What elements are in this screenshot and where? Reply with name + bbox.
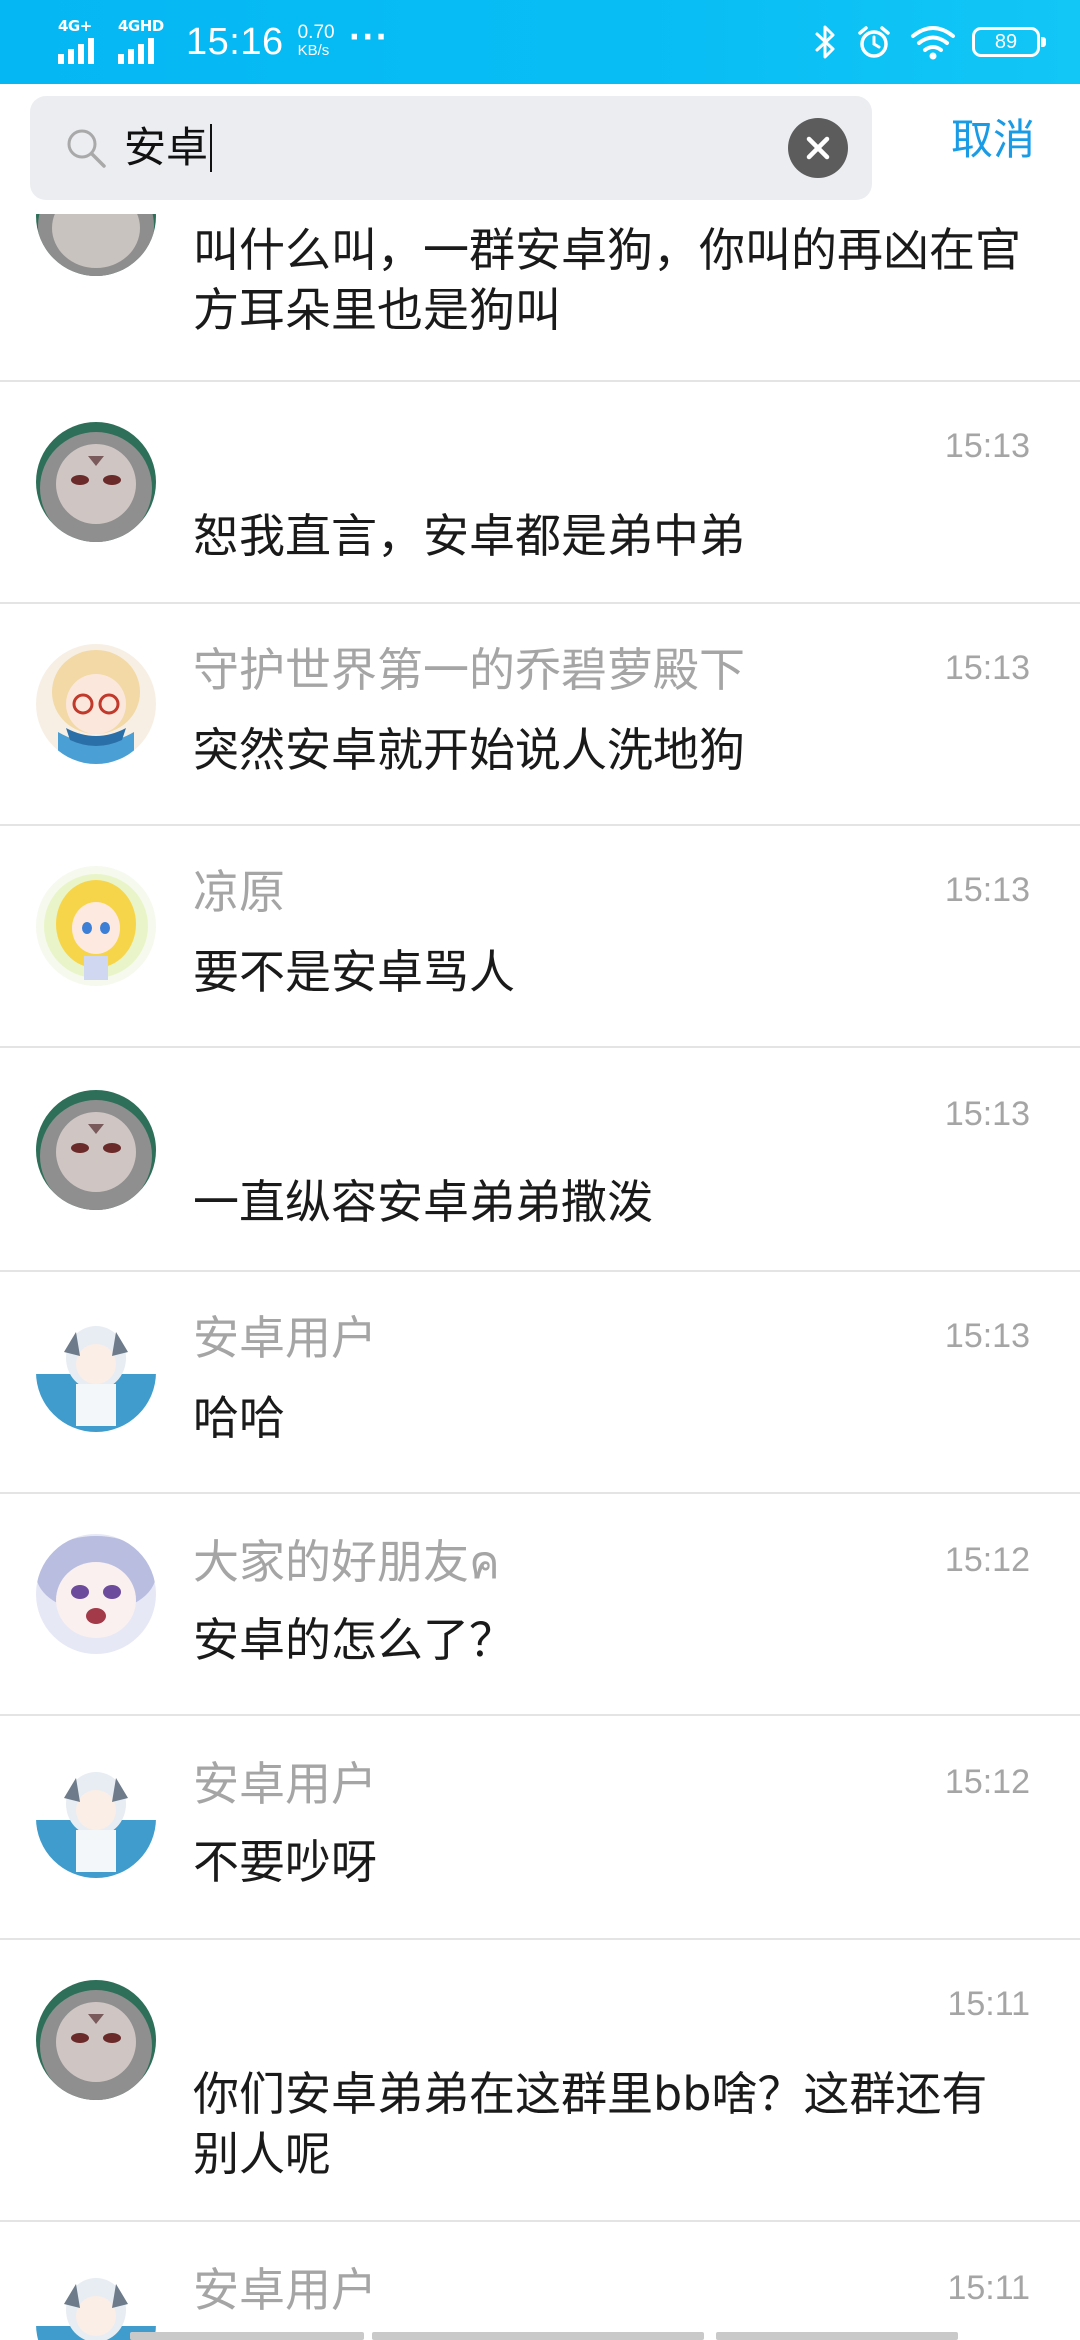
avatar[interactable] [36, 1090, 156, 1210]
cellular-signal-2: 4GHD [118, 18, 168, 66]
gray-cat-avatar-image [36, 1980, 156, 2100]
white-hair-girl-avatar-image [36, 2264, 156, 2340]
network-speed: 0.70 KB/s [297, 22, 335, 60]
gray-cat-avatar-image [36, 422, 156, 542]
more-notifications-icon: ··· [348, 19, 389, 55]
sender-name: 凉原 [193, 865, 285, 919]
signal-bars-icon [118, 38, 154, 64]
message-text: 一直纵容安卓弟弟撒泼 [193, 1175, 653, 1229]
result-item[interactable]: 安卓用户 15:13 哈哈 [0, 1272, 1080, 1494]
message-time: 15:12 [944, 1763, 1030, 1801]
result-item[interactable]: 15:11 你们安卓弟弟在这群里bb啥？这群还有别人呢 [0, 1940, 1080, 2222]
status-bar-left: 4G+ 4GHD 15:16 0.70 KB/s ··· [58, 14, 389, 70]
network-type-label: 4GHD [118, 17, 164, 35]
avatar[interactable] [36, 866, 156, 986]
sender-name: 安卓用户 [193, 2263, 377, 2317]
bottom-tab-indicator [0, 2332, 1080, 2340]
message-text: 突然安卓就开始说人洗地狗 [193, 723, 745, 777]
sender-name: 守护世界第一的乔碧萝殿下 [193, 643, 745, 697]
indicator-segment [372, 2332, 704, 2340]
cancel-button[interactable]: 取消 [951, 112, 1035, 168]
avatar[interactable] [36, 1758, 156, 1878]
result-item[interactable]: 15:13 恕我直言，安卓都是弟中弟 [0, 382, 1080, 604]
status-bar: 4G+ 4GHD 15:16 0.70 KB/s ··· 89 [0, 0, 1080, 84]
message-time: 15:12 [944, 1541, 1030, 1579]
message-text: 哈哈 [193, 1391, 285, 1445]
message-text: 不要吵呀 [193, 1835, 377, 1889]
white-hair-girl-avatar-image [36, 1758, 156, 1878]
message-time: 15:13 [944, 871, 1030, 909]
network-type-label: 4G+ [58, 17, 92, 35]
text-cursor [210, 123, 213, 172]
clock: 15:16 [186, 20, 284, 63]
result-item[interactable]: 凉原 15:13 要不是安卓骂人 [0, 826, 1080, 1048]
message-time: 15:11 [947, 1985, 1030, 2023]
message-time: 15:13 [944, 1317, 1030, 1355]
result-item[interactable]: 15:13 一直纵容安卓弟弟撒泼 [0, 1048, 1080, 1272]
bluetooth-icon [815, 25, 835, 59]
message-text: 叫什么叫，一群安卓狗，你叫的再凶在官方耳朵里也是狗叫 [193, 223, 1021, 337]
message-time: 15:13 [944, 649, 1030, 687]
search-input[interactable]: 安卓 [30, 96, 872, 200]
clear-search-button[interactable] [788, 118, 848, 178]
avatar[interactable] [36, 422, 156, 542]
sender-name: 大家的好朋友ค [193, 1535, 500, 1589]
search-results-list[interactable]: 叫什么叫，一群安卓狗，你叫的再凶在官方耳朵里也是狗叫 15:13 恕我直言，安卓… [0, 0, 1080, 2340]
message-text: 要不是安卓骂人 [193, 945, 515, 999]
signal-bars-icon [58, 38, 94, 64]
message-text: 恕我直言，安卓都是弟中弟 [193, 509, 745, 563]
result-item[interactable]: 大家的好朋友ค 15:12 安卓的怎么了？ [0, 1494, 1080, 1716]
wifi-icon [911, 26, 955, 60]
search-query[interactable]: 安卓 [124, 120, 213, 176]
avatar[interactable] [36, 1980, 156, 2100]
sender-name: 安卓用户 [193, 1757, 377, 1811]
indicator-segment [716, 2332, 958, 2340]
blonde-chibi-girl-avatar-image [36, 866, 156, 986]
close-icon [806, 136, 830, 160]
result-item[interactable]: 守护世界第一的乔碧萝殿下 15:13 突然安卓就开始说人洗地狗 [0, 604, 1080, 826]
search-query-text: 安卓 [124, 123, 209, 172]
purple-hair-girl-avatar-image [36, 1534, 156, 1654]
message-time: 15:13 [944, 1095, 1030, 1133]
avatar[interactable] [36, 1534, 156, 1654]
cellular-signal-1: 4G+ [58, 18, 108, 66]
result-item[interactable]: 安卓用户 15:11 [0, 2222, 1080, 2340]
battery-indicator: 89 [972, 27, 1046, 57]
alarm-icon [858, 26, 890, 58]
message-time: 15:11 [947, 2269, 1030, 2307]
status-bar-right: 89 [796, 14, 1046, 70]
message-text: 你们安卓弟弟在这群里bb啥？这群还有别人呢 [193, 2067, 988, 2181]
network-speed-unit: KB/s [297, 42, 330, 59]
result-item[interactable]: 安卓用户 15:12 不要吵呀 [0, 1716, 1080, 1940]
avatar[interactable] [36, 1312, 156, 1432]
battery-level: 89 [994, 31, 1018, 53]
avatar[interactable] [36, 644, 156, 764]
network-speed-value: 0.70 [297, 22, 335, 43]
chat-search-screen: 叫什么叫，一群安卓狗，你叫的再凶在官方耳朵里也是狗叫 15:13 恕我直言，安卓… [0, 0, 1080, 2340]
message-text: 安卓的怎么了？ [193, 1613, 515, 1667]
avatar[interactable] [36, 2264, 156, 2340]
white-hair-girl-avatar-image [36, 1312, 156, 1432]
message-time: 15:13 [944, 427, 1030, 465]
search-header: 安卓 取消 [0, 84, 1080, 214]
search-icon [64, 126, 108, 174]
blonde-glasses-girl-avatar-image [36, 644, 156, 764]
sender-name: 安卓用户 [193, 1311, 377, 1365]
gray-cat-avatar-image [36, 1090, 156, 1210]
indicator-segment [130, 2332, 364, 2340]
